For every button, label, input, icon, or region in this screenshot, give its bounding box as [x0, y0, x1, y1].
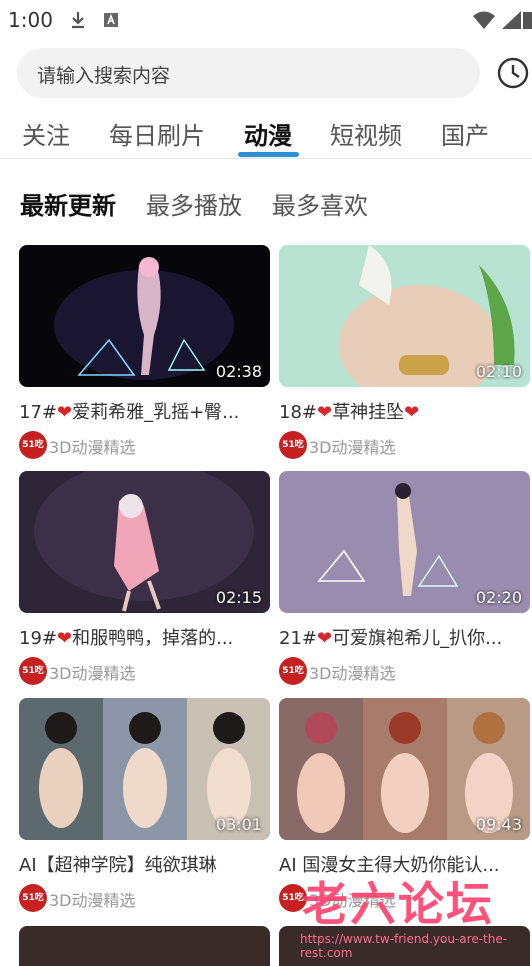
avatar: 51吃瓜: [279, 431, 307, 478]
search-input[interactable]: 请输入搜索内容: [17, 48, 480, 98]
video-number: 19#: [19, 628, 57, 649]
watermark-logo: 老六论坛: [302, 877, 494, 931]
tab-follow[interactable]: 关注: [22, 116, 70, 151]
video-card[interactable]: 02:15 19#❤和服鸭鸭，掉落的... 51吃瓜 3D动漫精选: [19, 471, 270, 704]
author-name: 3D动漫精选: [309, 664, 396, 683]
active-tab-indicator: [238, 152, 299, 157]
video-thumbnail[interactable]: 02:15: [19, 471, 270, 613]
video-duration: 02:38: [215, 362, 262, 381]
video-title: 18#❤草神挂坠❤: [279, 398, 530, 424]
video-duration: 02:15: [215, 588, 262, 607]
sort-most-played[interactable]: 最多播放: [146, 186, 242, 221]
video-number: 18#: [279, 402, 317, 423]
video-thumbnail-partial[interactable]: [19, 926, 270, 966]
heart-icon: ❤: [57, 628, 73, 649]
tab-short-video[interactable]: 短视频: [330, 116, 402, 151]
video-thumbnail[interactable]: 09:43: [279, 698, 530, 840]
video-title-text: 爱莉希雅_乳摇+臀...: [72, 402, 240, 423]
video-title: 17#❤爱莉希雅_乳摇+臀...: [19, 398, 270, 424]
video-thumbnail[interactable]: 02:38: [19, 245, 270, 387]
signal-icon: [502, 11, 521, 29]
category-tabs: 关注 每日刷片 动漫 短视频 国产: [0, 108, 532, 158]
heart-icon: ❤: [404, 402, 420, 423]
video-thumbnail[interactable]: 02:20: [279, 471, 530, 613]
video-author[interactable]: 51吃瓜 3D动漫精选: [19, 431, 270, 478]
video-title-text: 可爱旗袍希儿_扒你...: [332, 628, 503, 649]
video-author[interactable]: 51吃瓜 3D动漫精选: [19, 884, 270, 931]
history-clock-icon[interactable]: [496, 56, 530, 90]
sort-most-liked[interactable]: 最多喜欢: [272, 186, 368, 221]
video-title-text: 草神挂坠: [332, 402, 405, 423]
search-row: 请输入搜索内容: [0, 48, 532, 100]
video-title: AI【超神学院】纯欲琪琳: [19, 855, 217, 876]
video-author[interactable]: 51吃瓜 3D动漫精选: [279, 657, 530, 704]
download-icon: [72, 12, 84, 29]
watermark-url: https://www.tw-friend.you-are-the-rest.c…: [300, 932, 508, 960]
author-name: 3D动漫精选: [309, 438, 396, 457]
app-notification-icon: [104, 13, 118, 27]
avatar: 51吃瓜: [19, 431, 47, 478]
battery-icon: [523, 12, 532, 29]
video-title: 21#❤可爱旗袍希儿_扒你...: [279, 624, 530, 650]
status-bar: 1:00: [0, 0, 532, 40]
tab-anime[interactable]: 动漫: [244, 116, 292, 151]
video-title-text: 和服鸭鸭，掉落的...: [72, 628, 234, 649]
search-placeholder: 请输入搜索内容: [37, 65, 171, 87]
avatar: 51吃瓜: [19, 657, 47, 704]
video-duration: 09:43: [475, 815, 522, 834]
heart-icon: ❤: [317, 628, 333, 649]
heart-icon: ❤: [317, 402, 333, 423]
tabs-divider: [0, 158, 532, 159]
video-card[interactable]: 03:01 AI【超神学院】纯欲琪琳 51吃瓜 3D动漫精选: [19, 698, 270, 931]
video-number: 17#: [19, 402, 57, 423]
tab-domestic[interactable]: 国产: [441, 116, 489, 151]
video-card[interactable]: 02:38 17#❤爱莉希雅_乳摇+臀... 51吃瓜 3D动漫精选: [19, 245, 270, 478]
video-thumbnail[interactable]: 03:01: [19, 698, 270, 840]
video-thumbnail[interactable]: 02:10: [279, 245, 530, 387]
heart-icon: ❤: [57, 402, 73, 423]
video-number: 21#: [279, 628, 317, 649]
wifi-icon: [473, 11, 495, 29]
video-duration: 03:01: [215, 815, 262, 834]
video-card[interactable]: 02:10 18#❤草神挂坠❤ 51吃瓜 3D动漫精选: [279, 245, 530, 478]
video-duration: 02:20: [475, 588, 522, 607]
video-author[interactable]: 51吃瓜 3D动漫精选: [19, 657, 270, 704]
video-card[interactable]: 02:20 21#❤可爱旗袍希儿_扒你... 51吃瓜 3D动漫精选: [279, 471, 530, 704]
tab-daily[interactable]: 每日刷片: [109, 116, 205, 151]
author-name: 3D动漫精选: [49, 891, 136, 910]
video-author[interactable]: 51吃瓜 3D动漫精选: [279, 431, 530, 478]
avatar: 51吃瓜: [19, 884, 47, 931]
status-time: 1:00: [8, 8, 53, 32]
author-name: 3D动漫精选: [49, 438, 136, 457]
video-duration: 02:10: [475, 362, 522, 381]
avatar: 51吃瓜: [279, 657, 307, 704]
author-name: 3D动漫精选: [49, 664, 136, 683]
video-title: 19#❤和服鸭鸭，掉落的...: [19, 624, 270, 650]
sort-latest[interactable]: 最新更新: [20, 186, 116, 221]
